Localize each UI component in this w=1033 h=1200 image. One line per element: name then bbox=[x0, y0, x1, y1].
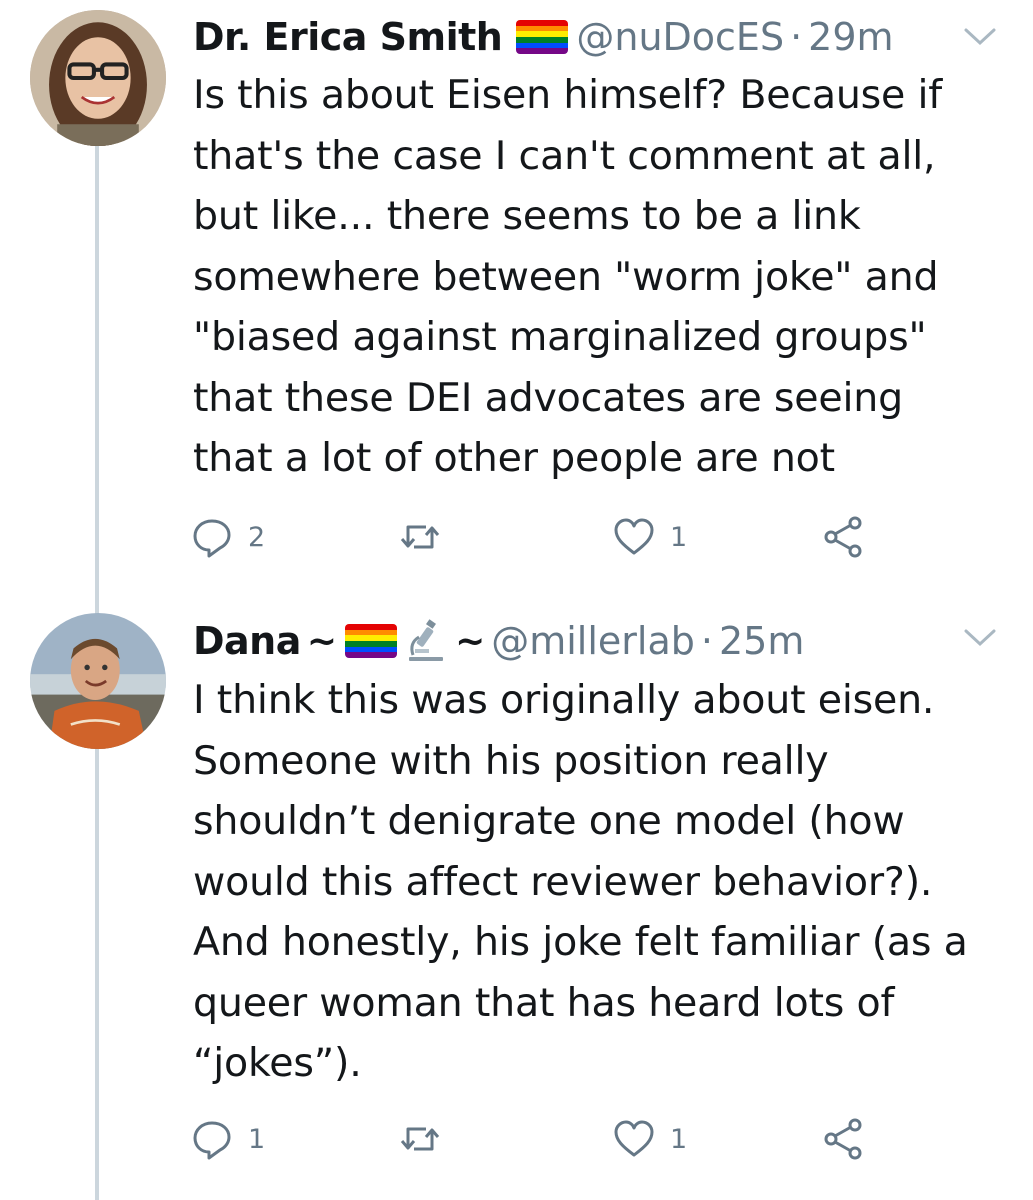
reply-icon bbox=[193, 1121, 231, 1160]
share-icon bbox=[824, 1118, 862, 1160]
separator-dot: · bbox=[700, 619, 713, 663]
reply-count: 1 bbox=[248, 1123, 266, 1155]
timestamp[interactable]: 25m bbox=[719, 619, 804, 663]
tweet-header: Dana ~ ~ @millerlab · 25m bbox=[193, 611, 804, 671]
retweet-button[interactable] bbox=[398, 1117, 456, 1161]
name-tilde: ~ bbox=[455, 620, 486, 662]
username[interactable]: @millerlab bbox=[491, 619, 695, 663]
retweet-icon bbox=[400, 1127, 440, 1151]
display-name[interactable]: Dr. Erica Smith bbox=[193, 15, 503, 59]
reply-button[interactable]: 1 bbox=[190, 1117, 265, 1161]
like-button[interactable]: 1 bbox=[612, 515, 687, 559]
like-count: 1 bbox=[670, 1123, 688, 1155]
rainbow-flag-icon bbox=[516, 20, 569, 54]
reply-icon bbox=[193, 519, 231, 558]
display-name[interactable]: Dana bbox=[193, 619, 301, 663]
rainbow-flag-icon bbox=[345, 624, 398, 658]
username[interactable]: @nuDocES bbox=[576, 15, 784, 59]
like-icon bbox=[614, 518, 654, 555]
name-tilde: ~ bbox=[306, 620, 338, 662]
share-icon bbox=[824, 516, 862, 558]
retweet-icon bbox=[400, 525, 440, 549]
tweet-text: Is this about Eisen himself? Because if … bbox=[193, 72, 942, 481]
chevron-down-icon[interactable] bbox=[963, 26, 997, 48]
retweet-button[interactable] bbox=[398, 515, 456, 559]
reply-button[interactable]: 2 bbox=[190, 515, 265, 559]
chevron-down-icon[interactable] bbox=[963, 627, 997, 649]
tweet-header: Dr. Erica Smith @nuDocES · 29m bbox=[193, 7, 894, 67]
reply-count: 2 bbox=[248, 521, 266, 553]
share-button[interactable] bbox=[822, 1117, 866, 1161]
like-icon bbox=[614, 1120, 654, 1157]
timestamp[interactable]: 29m bbox=[808, 15, 893, 59]
separator-dot: · bbox=[790, 15, 803, 59]
microscope-icon bbox=[409, 619, 444, 661]
share-button[interactable] bbox=[822, 515, 866, 559]
like-count: 1 bbox=[670, 521, 688, 553]
tweet-text: I think this was originally about eisen.… bbox=[193, 677, 968, 1086]
like-button[interactable]: 1 bbox=[612, 1117, 687, 1161]
avatar[interactable] bbox=[30, 10, 166, 146]
avatar[interactable] bbox=[30, 613, 166, 749]
